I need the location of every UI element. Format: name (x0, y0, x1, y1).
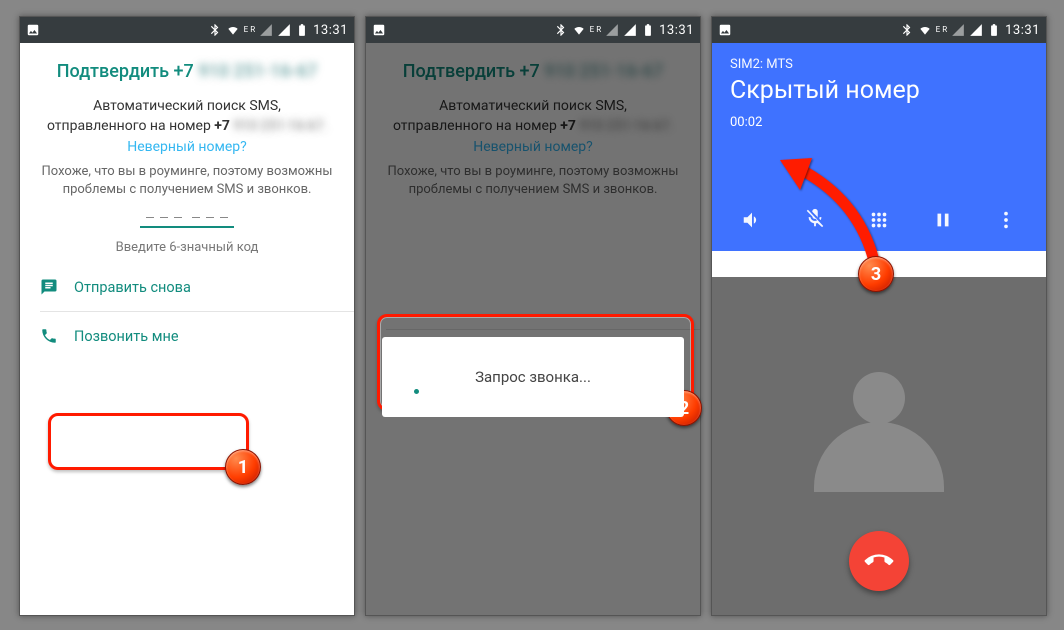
dialpad-icon[interactable] (868, 209, 890, 231)
annotation-highlight-1 (48, 413, 249, 470)
message-icon (40, 278, 58, 296)
call-header: SIM2: MTS Скрытый номер 00:02 (712, 43, 1046, 251)
signal-icon (605, 23, 619, 37)
wifi-icon (918, 23, 932, 37)
phone-icon (40, 327, 58, 345)
wifi-icon (226, 23, 240, 37)
call-timer: 00:02 (730, 115, 1028, 130)
verify-title: Подтвердить +7 910 251-16-67 (366, 43, 700, 96)
signal-icon-2 (969, 23, 983, 37)
request-call-dialog: Запрос звонка... (382, 337, 684, 417)
speaker-icon[interactable] (741, 209, 763, 231)
photo-icon (718, 23, 732, 37)
network-type: E R (590, 26, 601, 34)
pause-icon[interactable] (932, 209, 954, 231)
wrong-number-link[interactable]: Неверный номер? (20, 139, 354, 155)
roaming-warning: Похоже, что вы в роуминге, поэтому возмо… (20, 155, 354, 209)
status-bar: E R 13:31 (20, 17, 354, 43)
call-me-button[interactable]: Позвонить мне (20, 312, 354, 360)
photo-icon (372, 23, 386, 37)
annotation-badge-1: 1 (225, 449, 261, 485)
bluetooth-icon (208, 23, 222, 37)
mic-off-icon (804, 207, 826, 229)
signal-icon-2 (277, 23, 291, 37)
signal-icon (259, 23, 273, 37)
photo-icon (26, 23, 40, 37)
spinner-icon (414, 389, 419, 394)
code-hint: Введите 6-значный код (20, 240, 354, 255)
hangup-button[interactable] (849, 531, 909, 591)
verify-title: Подтвердить +7 910 251-16-67 (20, 43, 354, 96)
hangup-icon (859, 541, 899, 581)
clock: 13:31 (1005, 23, 1040, 38)
sim-label: SIM2: MTS (730, 57, 1028, 72)
resend-sms-button[interactable]: Отправить снова (20, 263, 354, 311)
annotation-badge-3: 3 (858, 256, 894, 292)
battery-icon (641, 23, 655, 37)
caller-name: Скрытый номер (730, 76, 1028, 105)
roaming-warning: Похоже, что вы в роуминге, поэтому возмо… (366, 155, 700, 209)
more-icon[interactable] (995, 209, 1017, 231)
verify-desc: Автоматический поиск SMS, отправленного … (20, 96, 354, 137)
phone-3-incoming-call: E R 13:31 SIM2: MTS Скрытый номер 00:02 (711, 16, 1047, 616)
mute-button[interactable] (804, 207, 826, 233)
code-input[interactable] (20, 213, 354, 229)
signal-icon (951, 23, 965, 37)
wrong-number-link[interactable]: Неверный номер? (366, 139, 700, 155)
bluetooth-icon (900, 23, 914, 37)
status-bar: E R 13:31 (712, 17, 1046, 43)
wifi-icon (572, 23, 586, 37)
network-type: E R (244, 26, 255, 34)
battery-icon (295, 23, 309, 37)
avatar-icon (804, 364, 954, 514)
network-type: E R (936, 26, 947, 34)
bluetooth-icon (554, 23, 568, 37)
clock: 13:31 (659, 23, 694, 38)
verify-desc: Автоматический поиск SMS, отправленного … (366, 96, 700, 137)
status-bar: E R 13:31 (366, 17, 700, 43)
battery-icon (987, 23, 1001, 37)
call-body (712, 277, 1046, 615)
phone-1-verify-screen: E R 13:31 Подтвердить +7 910 251-16-67 А… (19, 16, 355, 616)
clock: 13:31 (313, 23, 348, 38)
signal-icon-2 (623, 23, 637, 37)
